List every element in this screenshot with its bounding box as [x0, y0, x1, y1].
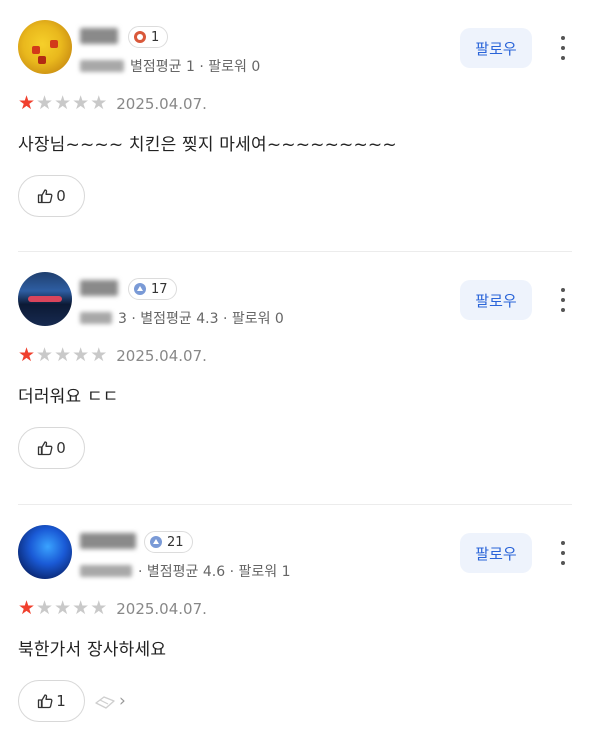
more-vertical-icon[interactable]: [560, 541, 566, 565]
star-icon: ★: [72, 92, 90, 114]
reviewer-name-blurred[interactable]: [80, 28, 118, 44]
level-badge: 1: [128, 26, 169, 48]
meta-text: 3 · 별점평균 4.3 · 팔로워 0: [118, 311, 284, 327]
level-badge-blue-icon: [150, 536, 162, 548]
like-count: 1: [56, 692, 66, 710]
star-icon: ★: [90, 344, 108, 366]
rating: ★ ★ ★ ★ ★ 2025.04.07.: [18, 94, 207, 113]
review-card: 1 별점평균 1 · 팔로워 0 팔로우 ★ ★ ★ ★ ★ 2025.04.0…: [0, 0, 600, 252]
like-button[interactable]: 0: [18, 175, 85, 217]
level-badge: 21: [144, 531, 193, 553]
level-number: 1: [151, 29, 160, 45]
chevron-right-icon: ›: [119, 691, 126, 711]
star-icon: ★: [90, 597, 108, 619]
level-badge-blue-icon: [134, 283, 146, 295]
review-card: 17 3 · 별점평균 4.3 · 팔로워 0 팔로우 ★ ★ ★ ★ ★ 20…: [0, 252, 600, 505]
star-rating: ★ ★ ★ ★ ★: [18, 346, 108, 365]
like-count: 0: [56, 439, 66, 457]
meta-text: 별점평균 1 · 팔로워 0: [130, 59, 261, 75]
review-text: 북한가서 장사하세요: [18, 640, 167, 660]
star-icon: ★: [72, 597, 90, 619]
level-number: 21: [167, 534, 184, 550]
star-icon: ★: [54, 92, 72, 114]
rating: ★ ★ ★ ★ ★ 2025.04.07.: [18, 346, 207, 365]
star-icon: ★: [18, 92, 36, 114]
star-icon: ★: [18, 597, 36, 619]
like-button[interactable]: 0: [18, 427, 85, 469]
star-icon: ★: [18, 344, 36, 366]
reviewer-name-blurred[interactable]: [80, 533, 136, 549]
review-date: 2025.04.07.: [116, 346, 207, 365]
level-badge: 17: [128, 278, 177, 300]
meta-blurred: [80, 565, 132, 577]
star-icon: ★: [36, 597, 54, 619]
like-button[interactable]: 1: [18, 680, 85, 722]
star-rating: ★ ★ ★ ★ ★: [18, 599, 108, 618]
more-vertical-icon[interactable]: [560, 36, 566, 60]
reaction-icon: [95, 696, 115, 709]
level-badge-red-icon: [134, 31, 146, 43]
star-icon: ★: [54, 344, 72, 366]
reaction-more[interactable]: ›: [94, 691, 126, 711]
follow-button[interactable]: 팔로우: [460, 280, 532, 320]
reviewer-meta: 3 · 별점평균 4.3 · 팔로워 0: [80, 308, 284, 328]
thumbs-up-icon: [38, 441, 53, 456]
reviewer-name-blurred[interactable]: [80, 280, 118, 296]
review-text: 더러워요 ㄷㄷ: [18, 387, 119, 407]
star-icon: ★: [36, 344, 54, 366]
star-icon: ★: [90, 92, 108, 114]
meta-blurred: [80, 60, 124, 72]
review-date: 2025.04.07.: [116, 94, 207, 113]
meta-blurred: [80, 312, 112, 324]
review-date: 2025.04.07.: [116, 599, 207, 618]
star-rating: ★ ★ ★ ★ ★: [18, 94, 108, 113]
reviewer-meta: · 별점평균 4.6 · 팔로워 1: [80, 561, 290, 581]
like-count: 0: [56, 187, 66, 205]
star-icon: ★: [54, 597, 72, 619]
star-icon: ★: [36, 92, 54, 114]
avatar[interactable]: [18, 525, 72, 579]
thumbs-up-icon: [38, 694, 53, 709]
reviewer-meta: 별점평균 1 · 팔로워 0: [80, 56, 260, 76]
avatar[interactable]: [18, 272, 72, 326]
star-icon: ★: [72, 344, 90, 366]
review-card: 21 · 별점평균 4.6 · 팔로워 1 팔로우 ★ ★ ★ ★ ★ 2025…: [0, 505, 600, 743]
follow-button[interactable]: 팔로우: [460, 28, 532, 68]
follow-button[interactable]: 팔로우: [460, 533, 532, 573]
rating: ★ ★ ★ ★ ★ 2025.04.07.: [18, 599, 207, 618]
meta-text: · 별점평균 4.6 · 팔로워 1: [138, 564, 291, 580]
level-number: 17: [151, 281, 168, 297]
avatar[interactable]: [18, 20, 72, 74]
more-vertical-icon[interactable]: [560, 288, 566, 312]
review-text: 사장님~~~~ 치킨은 찢지 마세여~~~~~~~~~: [18, 135, 397, 155]
thumbs-up-icon: [38, 189, 53, 204]
